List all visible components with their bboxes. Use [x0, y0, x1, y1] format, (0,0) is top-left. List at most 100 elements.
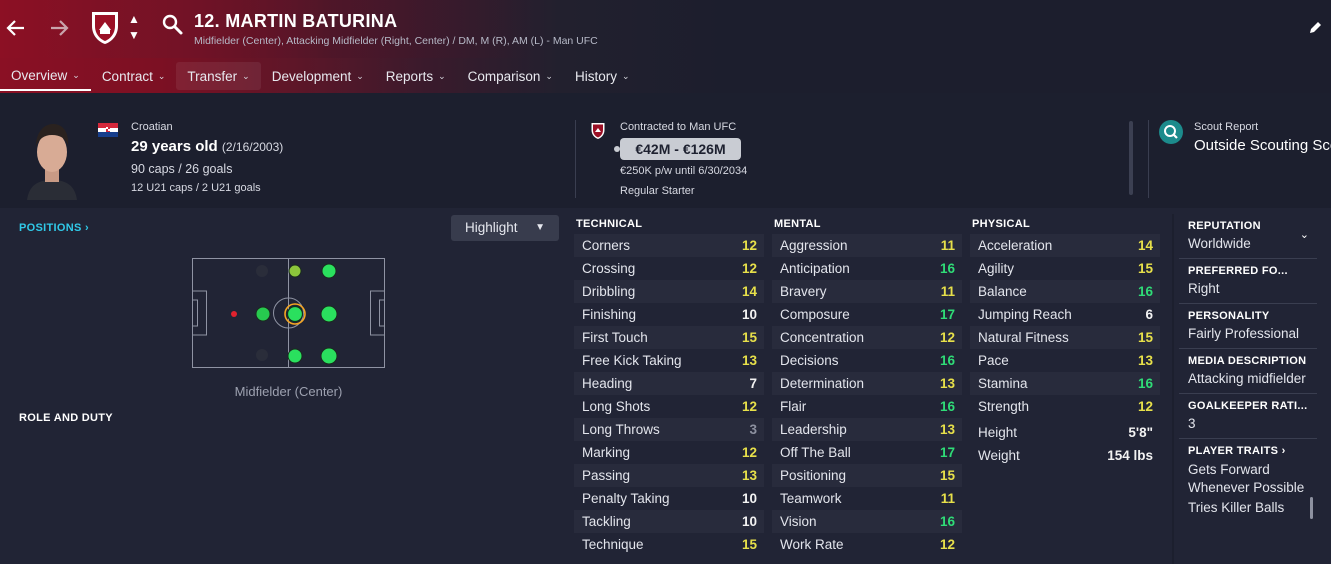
attribute-row[interactable]: Dribbling 14 — [574, 280, 764, 303]
attribute-row[interactable]: Passing 13 — [574, 464, 764, 487]
attribute-row[interactable]: Anticipation 16 — [772, 257, 962, 280]
attribute-row[interactable]: Leadership 13 — [772, 418, 962, 441]
club-crest-icon — [591, 123, 605, 139]
role-duty-title: ROLE AND DUTY — [19, 412, 113, 424]
attribute-row[interactable]: Corners 12 — [574, 234, 764, 257]
attribute-row[interactable]: Work Rate 12 — [772, 533, 962, 556]
tab-history[interactable]: History ⌄ — [564, 62, 641, 90]
attribute-row[interactable]: Crossing 12 — [574, 257, 764, 280]
attribute-row[interactable]: Agility 15 — [970, 257, 1160, 280]
tab-comparison[interactable]: Comparison ⌄ — [457, 62, 564, 90]
attribute-row[interactable]: Penalty Taking 10 — [574, 487, 764, 510]
attribute-value: 16 — [939, 514, 955, 529]
attribute-row[interactable]: Pace 13 — [970, 349, 1160, 372]
position-pitch — [192, 258, 385, 368]
weight-row: Weight 154 lbs — [978, 448, 1153, 463]
mental-attributes: MENTAL Aggression 11 Anticipation 16 Bravery… — [772, 218, 962, 556]
chevron-up-icon[interactable]: ▲ — [127, 13, 141, 25]
tab-reports[interactable]: Reports ⌄ — [375, 62, 457, 90]
reputation-section[interactable]: REPUTATION Worldwide ⌄ — [1179, 214, 1317, 259]
forward-button[interactable] — [45, 14, 73, 42]
scrollbar[interactable] — [1129, 121, 1133, 195]
attribute-name: Balance — [978, 284, 1027, 299]
chevron-down-icon: ⌄ — [438, 70, 446, 81]
chevron-down-icon: ▼ — [535, 222, 545, 233]
attribute-name: Corners — [582, 238, 631, 253]
attribute-row[interactable]: Free Kick Taking 13 — [574, 349, 764, 372]
club-crest-icon[interactable] — [89, 10, 121, 46]
attribute-name: Work Rate — [780, 537, 844, 552]
attribute-row[interactable]: Heading 7 — [574, 372, 764, 395]
attribute-name: Technique — [582, 537, 644, 552]
attribute-value: 11 — [940, 491, 955, 506]
physical-attributes: PHYSICAL Acceleration 14 Agility 15 Balance 1… — [970, 218, 1160, 467]
attribute-row[interactable]: Stamina 16 — [970, 372, 1160, 395]
scrollbar[interactable] — [1310, 497, 1313, 519]
attribute-row[interactable]: Aggression 11 — [772, 234, 962, 257]
attribute-row[interactable]: Composure 17 — [772, 303, 962, 326]
attribute-row[interactable]: Flair 16 — [772, 395, 962, 418]
chevron-down-icon[interactable]: ▼ — [127, 29, 141, 41]
attribute-row[interactable]: Bravery 11 — [772, 280, 962, 303]
preferred-foot-section: PREFERRED FO... Right — [1179, 259, 1317, 304]
attribute-row[interactable]: Off The Ball 17 — [772, 441, 962, 464]
attribute-row[interactable]: Determination 13 — [772, 372, 962, 395]
mental-title: MENTAL — [774, 218, 821, 230]
tab-development[interactable]: Development ⌄ — [261, 62, 375, 90]
contracted-to: Contracted to Man UFC — [620, 121, 737, 133]
media-description-value: Attacking midfielder — [1188, 371, 1306, 386]
technical-attributes: TECHNICAL Corners 12 Crossing 12 Dribbling 14… — [574, 218, 764, 556]
attribute-row[interactable]: Vision 16 — [772, 510, 962, 533]
attribute-row[interactable]: Long Shots 12 — [574, 395, 764, 418]
croatia-flag-icon — [98, 123, 118, 137]
age-line: 29 years old (2/16/2003) — [131, 138, 283, 155]
highlight-dropdown[interactable]: Highlight ▼ — [451, 215, 559, 241]
tab-transfer[interactable]: Transfer ⌄ — [176, 62, 261, 90]
attribute-name: First Touch — [582, 330, 648, 345]
attribute-row[interactable]: Strength 12 — [970, 395, 1160, 418]
attribute-value: 16 — [939, 399, 955, 414]
attribute-value: 13 — [939, 422, 955, 437]
attribute-value: 11 — [940, 284, 955, 299]
tab-contract[interactable]: Contract ⌄ — [91, 62, 177, 90]
attribute-row[interactable]: Concentration 12 — [772, 326, 962, 349]
attribute-row[interactable]: Technique 15 — [574, 533, 764, 556]
attribute-name: Flair — [780, 399, 807, 414]
attribute-row[interactable]: Positioning 15 — [772, 464, 962, 487]
attribute-value: 16 — [1137, 284, 1153, 299]
attribute-value: 17 — [939, 445, 955, 460]
attribute-row[interactable]: Jumping Reach 6 — [970, 303, 1160, 326]
player-switch-arrows[interactable]: ▲ ▼ — [127, 13, 141, 43]
attribute-row[interactable]: Long Throws 3 — [574, 418, 764, 441]
attribute-name: Finishing — [582, 307, 637, 322]
attribute-row[interactable]: Marking 12 — [574, 441, 764, 464]
chevron-down-icon: ⌄ — [157, 70, 166, 81]
scout-report-label: Scout Report — [1194, 121, 1259, 133]
attribute-value: 13 — [741, 468, 757, 483]
divider — [575, 120, 576, 198]
transfer-value-pill[interactable]: €42M - €126M — [614, 138, 741, 160]
positions-link[interactable]: POSITIONS › — [19, 222, 89, 234]
personality-section: PERSONALITY Fairly Professional — [1179, 304, 1317, 349]
technical-title: TECHNICAL — [576, 218, 643, 230]
search-icon[interactable] — [162, 14, 184, 36]
attribute-row[interactable]: First Touch 15 — [574, 326, 764, 349]
attribute-name: Leadership — [780, 422, 847, 437]
chevron-down-icon[interactable]: ⌄ — [1300, 228, 1309, 241]
attribute-row[interactable]: Balance 16 — [970, 280, 1160, 303]
pitch-position-label: Midfielder (Center) — [234, 384, 343, 399]
scout-report-button[interactable] — [1159, 120, 1183, 144]
attribute-row[interactable]: Finishing 10 — [574, 303, 764, 326]
back-button[interactable] — [2, 14, 30, 42]
tab-overview[interactable]: Overview ⌄ — [0, 62, 91, 91]
attribute-row[interactable]: Teamwork 11 — [772, 487, 962, 510]
attribute-value: 10 — [741, 514, 757, 529]
attribute-row[interactable]: Acceleration 14 — [970, 234, 1160, 257]
arrow-left-icon — [6, 20, 24, 36]
attribute-name: Anticipation — [780, 261, 850, 276]
attribute-row[interactable]: Tackling 10 — [574, 510, 764, 533]
player-traits-link[interactable]: PLAYER TRAITS › — [1188, 445, 1317, 457]
attribute-row[interactable]: Decisions 16 — [772, 349, 962, 372]
pencil-icon[interactable] — [1307, 20, 1323, 36]
attribute-row[interactable]: Natural Fitness 15 — [970, 326, 1160, 349]
